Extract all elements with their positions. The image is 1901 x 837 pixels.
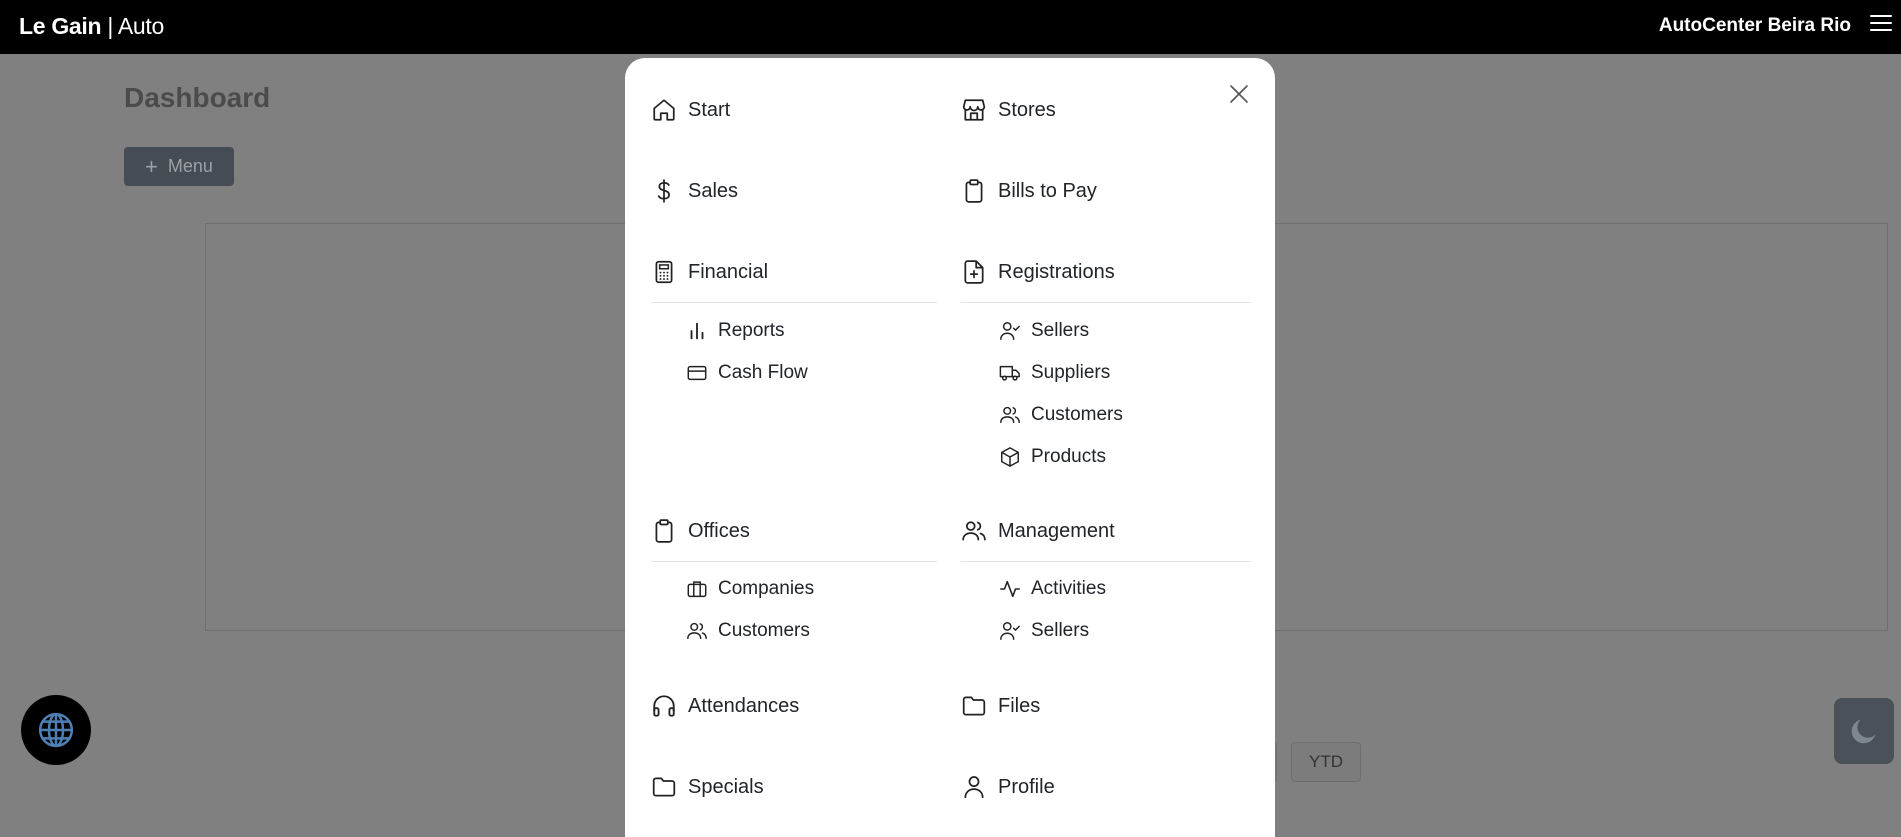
menu-button[interactable]: + Menu: [124, 147, 234, 186]
divider: [651, 561, 937, 562]
briefcase-icon: [686, 578, 708, 600]
menu-subitem-office-customers[interactable]: Customers: [686, 620, 810, 642]
menu-item-label: Files: [998, 694, 1041, 717]
menu-item-start[interactable]: Start: [651, 97, 730, 123]
menu-item-label: Offices: [688, 519, 750, 542]
menu-item-profile[interactable]: Profile: [961, 774, 1055, 800]
clipboard-icon: [961, 178, 987, 204]
people-icon: [961, 518, 987, 544]
menu-subitem-activities[interactable]: Activities: [999, 578, 1106, 600]
close-icon[interactable]: [1228, 83, 1250, 105]
menu-item-label: Financial: [688, 260, 769, 283]
menu-item-label: Management: [998, 519, 1115, 542]
divider: [651, 302, 937, 303]
menu-subitem-label: Sellers: [1031, 620, 1090, 641]
period-label-ytd: YTD: [1309, 752, 1343, 771]
menu-subitem-label: Activities: [1031, 578, 1106, 599]
file-plus-icon: [961, 259, 987, 285]
menu-subitem-label: Reports: [718, 320, 785, 341]
credit-card-icon: [686, 362, 708, 384]
bar-chart-icon: [686, 320, 708, 342]
divider: [961, 561, 1251, 562]
calculator-icon: [651, 259, 677, 285]
menu-item-label: Specials: [688, 775, 764, 798]
language-button[interactable]: [21, 695, 91, 765]
menu-subitem-label: Products: [1031, 446, 1106, 467]
menu-item-offices[interactable]: Offices: [651, 518, 750, 544]
menu-subitem-cash-flow[interactable]: Cash Flow: [686, 362, 808, 384]
box-icon: [999, 446, 1021, 468]
person-check-icon: [999, 620, 1021, 642]
folder-icon: [961, 693, 987, 719]
menu-item-financial[interactable]: Financial: [651, 259, 768, 285]
menu-subitem-companies[interactable]: Companies: [686, 578, 814, 600]
menu-subitem-label: Customers: [1031, 404, 1123, 425]
page-title: Dashboard: [124, 82, 271, 113]
menu-item-label: Bills to Pay: [998, 179, 1097, 202]
menu-item-stores[interactable]: Stores: [961, 97, 1056, 123]
menu-item-files[interactable]: Files: [961, 693, 1040, 719]
people-icon: [686, 620, 708, 642]
person-check-icon: [999, 320, 1021, 342]
menu-item-label: Attendances: [688, 694, 800, 717]
menu-item-label: Start: [688, 98, 731, 121]
menu-subitem-label: Companies: [718, 578, 815, 599]
moon-icon: [1851, 719, 1876, 744]
menu-item-management[interactable]: Management: [961, 518, 1115, 544]
folder-icon: [651, 774, 677, 800]
navigation-menu-modal: [625, 58, 1275, 837]
menu-subitem-suppliers[interactable]: Suppliers: [999, 362, 1110, 384]
brand-name: Le Gain: [19, 13, 102, 39]
brand-suffix: | Auto: [107, 13, 164, 39]
menu-subitem-products[interactable]: Products: [999, 446, 1106, 468]
menu-item-label: Profile: [998, 775, 1055, 798]
activity-icon: [999, 578, 1021, 600]
headphones-icon: [651, 693, 677, 719]
store-name[interactable]: AutoCenter Beira Rio: [1659, 14, 1851, 38]
shop-icon: [961, 97, 987, 123]
menu-item-registrations[interactable]: Registrations: [961, 259, 1115, 285]
menu-item-label: Sales: [688, 179, 739, 202]
period-button-ytd[interactable]: YTD: [1291, 742, 1361, 782]
globe-icon: [38, 712, 74, 748]
menu-subitem-sellers[interactable]: Sellers: [999, 320, 1089, 342]
menu-item-specials[interactable]: Specials: [651, 774, 764, 800]
plus-icon: +: [145, 153, 158, 179]
top-navbar: Le Gain | Auto AutoCenter Beira Rio: [0, 0, 1901, 54]
theme-toggle-button[interactable]: [1834, 698, 1894, 764]
person-icon: [961, 774, 987, 800]
menu-subitem-label: Cash Flow: [718, 362, 808, 383]
menu-subitem-management-sellers[interactable]: Sellers: [999, 620, 1089, 642]
menu-item-sales[interactable]: Sales: [651, 178, 738, 204]
home-icon: [651, 97, 677, 123]
menu-subitem-label: Customers: [718, 620, 810, 641]
menu-item-label: Stores: [998, 98, 1056, 121]
menu-button-label: Menu: [167, 156, 213, 176]
clipboard-icon: [651, 518, 677, 544]
menu-item-attendances[interactable]: Attendances: [651, 693, 799, 719]
hamburger-menu-icon[interactable]: [1868, 10, 1894, 34]
menu-item-bills-to-pay[interactable]: Bills to Pay: [961, 178, 1097, 204]
menu-subitem-label: Suppliers: [1031, 362, 1111, 383]
menu-subitem-label: Sellers: [1031, 320, 1090, 341]
brand-logo[interactable]: Le Gain | Auto: [19, 13, 164, 39]
menu-subitem-customers[interactable]: Customers: [999, 404, 1123, 426]
menu-subitem-reports[interactable]: Reports: [686, 320, 785, 342]
menu-item-label: Registrations: [998, 260, 1115, 283]
dollar-icon: [651, 178, 677, 204]
truck-icon: [999, 362, 1021, 384]
people-icon: [999, 404, 1021, 426]
divider: [961, 302, 1251, 303]
